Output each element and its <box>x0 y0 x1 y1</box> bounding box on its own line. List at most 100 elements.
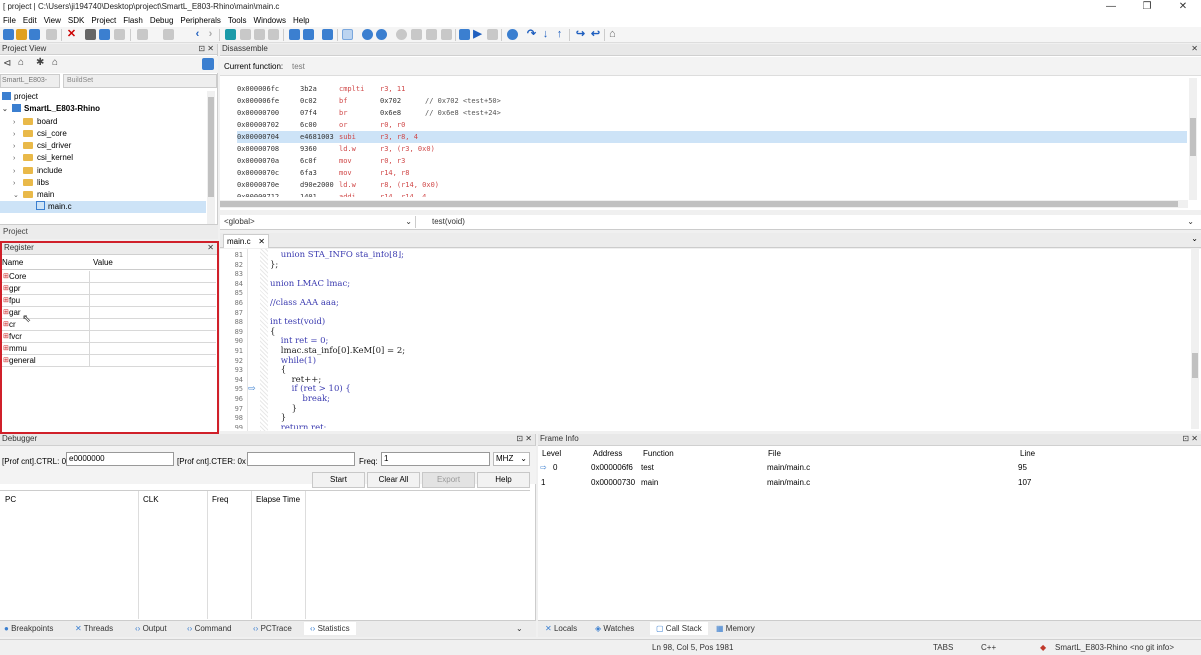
tree-file-main-c[interactable]: main.c <box>0 201 206 213</box>
tree-folder-libs[interactable]: › libs <box>13 177 49 189</box>
bookmark-next-icon[interactable] <box>254 29 265 40</box>
freq-input[interactable]: 1 <box>381 452 490 466</box>
column-header-file[interactable]: File <box>768 449 781 458</box>
buildset-combo[interactable]: BuildSet <box>63 74 217 88</box>
minimize-button[interactable]: — <box>1093 0 1129 15</box>
disassembly-row[interactable]: 0x00000704 e4681003 subi r3, r8, 4 <box>237 131 1187 143</box>
tree-folder-csi-driver[interactable]: › csi_driver <box>13 140 71 152</box>
register-row[interactable]: ⊞ gar <box>2 307 216 319</box>
column-header-clk[interactable]: CLK <box>143 495 159 504</box>
cut-icon[interactable] <box>85 29 96 40</box>
tree-folder-board[interactable]: › board <box>13 116 57 128</box>
locate-icon[interactable]: ⊲ <box>3 58 11 69</box>
step-instruction-icon[interactable]: ↩ <box>590 29 601 40</box>
column-header-freq[interactable]: Freq <box>212 495 228 504</box>
code-line[interactable]: 94 ret++; <box>226 375 1176 386</box>
table-row[interactable]: ⇨ 0 0x000006f6 test main/main.c 95 <box>538 463 1201 476</box>
save-icon[interactable] <box>29 29 40 40</box>
disassembly-scrollbar[interactable] <box>1189 78 1197 200</box>
disassembly-row[interactable]: 0x00000708 9360 ld.w r3, (r3, 0x0) <box>237 143 1187 155</box>
code-line[interactable]: 99 return ret; <box>226 423 1176 429</box>
code-line[interactable]: 93 { <box>226 366 1176 376</box>
close-file-icon[interactable]: ✕ <box>66 29 77 40</box>
disassembly-hscrollbar[interactable] <box>220 200 1188 208</box>
disassembly-row[interactable]: 0x0000070a 6c0f mov r0, r3 <box>237 155 1187 167</box>
code-line[interactable]: 97 } <box>226 404 1176 415</box>
menu-edit[interactable]: Edit <box>20 15 41 27</box>
find-in-files-icon[interactable] <box>303 29 314 40</box>
disassembly-row[interactable]: 0x00000712 1401 addi r14, r14, 4 <box>237 191 1187 197</box>
code-line[interactable]: 83 <box>226 270 1176 280</box>
menu-debug[interactable]: Debug <box>147 15 178 27</box>
close-icon[interactable]: ✕ <box>207 243 214 253</box>
tab-breakpoints[interactable]: ● Breakpoints <box>4 622 53 635</box>
code-line[interactable]: 96 break; <box>226 394 1176 405</box>
tree-root[interactable]: project <box>2 91 38 103</box>
bookmark-clear-icon[interactable] <box>268 29 279 40</box>
disassembly-row[interactable]: 0x0000070c 6fa3 mov r14, r8 <box>237 167 1187 179</box>
stop-icon[interactable] <box>487 29 498 40</box>
settings-icon[interactable]: ✱ <box>36 57 44 68</box>
pin-close-icon[interactable]: ⊡ ✕ <box>198 44 214 54</box>
tab-locals[interactable]: ✕ Locals <box>545 622 577 635</box>
disassembly-row[interactable]: 0x000006fc 3b2a cmplti r3, 11 <box>237 83 1187 95</box>
menu-sdk[interactable]: SDK <box>65 15 88 27</box>
download-icon[interactable] <box>441 29 452 40</box>
open-folder-icon[interactable] <box>16 29 27 40</box>
tree-folder-include[interactable]: › include <box>13 165 62 177</box>
column-header-name[interactable]: Name <box>2 258 23 267</box>
find-icon[interactable] <box>289 29 300 40</box>
clear-all-button[interactable]: Clear All <box>367 472 420 488</box>
column-header-address[interactable]: Address <box>593 449 622 458</box>
editor-scrollbar[interactable] <box>1191 249 1199 429</box>
disassembly-row[interactable]: 0x000006fe 0c02 bf 0x702 // 0x702 <test+50> <box>237 95 1187 107</box>
code-line[interactable]: 88 int test(void) <box>226 318 1176 328</box>
pin-close-icon[interactable]: ⊡ ✕ <box>516 434 532 444</box>
tab-pctrace[interactable]: ‹› PCTrace <box>253 622 292 635</box>
menu-help[interactable]: Help <box>290 15 313 27</box>
project-combo[interactable]: SmartL_E803- <box>0 74 60 88</box>
register-row[interactable]: ⊞ gpr <box>2 283 216 295</box>
code-line[interactable]: 82}; <box>226 260 1176 271</box>
build-icon[interactable] <box>342 29 353 40</box>
tab-list-icon[interactable]: ⌄ <box>1191 234 1198 243</box>
disassembly-row[interactable]: 0x00000702 6c00 or r0, r0 <box>237 119 1187 131</box>
tab-command[interactable]: ‹› Command <box>187 622 231 635</box>
scope-combo[interactable]: <global> ⌄ <box>222 216 416 228</box>
export-button[interactable]: Export <box>422 472 475 488</box>
code-line[interactable]: 84 union LMAC lmac; <box>226 279 1176 290</box>
tabs-menu-icon[interactable]: ⌄ <box>516 622 523 635</box>
run-icon[interactable]: ▶ <box>472 29 483 40</box>
disassembly-row[interactable]: 0x0000070e d90e2000 ld.w r8, (r14, 0x0) <box>237 179 1187 191</box>
house-icon[interactable]: ⌂ <box>52 57 58 68</box>
flash-icon[interactable] <box>396 29 407 40</box>
table-row[interactable]: 1 0x00000730 main main/main.c 107 <box>538 478 1201 491</box>
menu-tools[interactable]: Tools <box>225 15 251 27</box>
menu-windows[interactable]: Windows <box>251 15 290 27</box>
register-row[interactable]: ⊞ fpu <box>2 295 216 307</box>
column-header-value[interactable]: Value <box>93 258 113 267</box>
bookmark-prev-icon[interactable] <box>240 29 251 40</box>
save-all-icon[interactable] <box>46 29 57 40</box>
erase-icon[interactable] <box>411 29 422 40</box>
column-header-pc[interactable]: PC <box>5 495 16 504</box>
code-line[interactable]: 98 } <box>226 414 1176 424</box>
link-icon[interactable] <box>202 58 214 70</box>
register-row[interactable]: ⊞ fvcr <box>2 331 216 343</box>
tab-main-c[interactable]: main.c ✕ <box>223 234 269 248</box>
zoom-in-icon[interactable] <box>362 29 373 40</box>
step-over-icon[interactable]: ↷ <box>526 29 537 40</box>
start-button[interactable]: Start <box>312 472 365 488</box>
tree-folder-main[interactable]: ⌄ main <box>13 189 54 201</box>
tab-memory[interactable]: ▦ Memory <box>716 622 755 635</box>
ctrl-input[interactable]: e0000000 <box>66 452 174 466</box>
tab-statistics[interactable]: ‹› Statistics <box>304 622 356 635</box>
code-line[interactable]: 92 while(1) <box>226 356 1176 367</box>
column-header-line[interactable]: Line <box>1020 449 1035 458</box>
tab-watches[interactable]: ◈ Watches <box>595 622 634 635</box>
code-line[interactable]: 86 //class AAA aaa; <box>226 298 1176 309</box>
verify-icon[interactable] <box>426 29 437 40</box>
menu-peripherals[interactable]: Peripherals <box>177 15 224 27</box>
tab-project[interactable]: Project <box>3 227 28 236</box>
column-header-elapse[interactable]: Elapse Time <box>256 495 300 504</box>
